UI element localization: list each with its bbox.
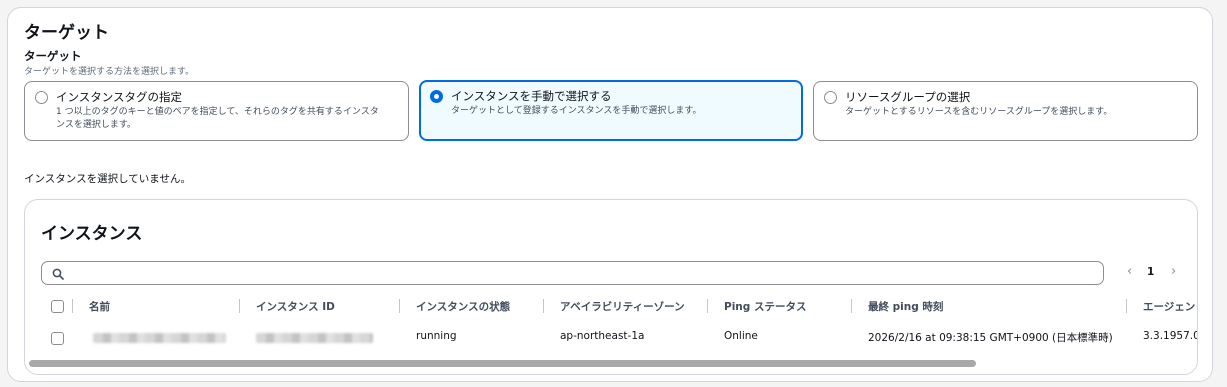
redacted-instance-name [93, 333, 226, 343]
target-option-instance-tags[interactable]: インスタンスタグの指定 1 つ以上のタグのキーと値のペアを指定して、それらのタグ… [24, 81, 409, 141]
option-title: インスタンスを手動で選択する [451, 89, 612, 103]
chevron-left-icon[interactable]: ‹ [1127, 264, 1132, 279]
column-divider[interactable] [399, 299, 400, 313]
column-header-instance-id[interactable]: インスタンス ID [256, 299, 335, 314]
option-description: ターゲットとして登録するインスタンスを手動で選択します。 [451, 106, 702, 116]
chevron-right-icon[interactable]: › [1171, 264, 1176, 279]
table-header: 名前 インスタンス ID インスタンスの状態 アベイラビリティーゾーン Ping… [25, 296, 1197, 318]
instance-state: running [416, 330, 457, 342]
search-icon [52, 268, 64, 280]
section-title: ターゲット [24, 23, 109, 43]
target-field-label: ターゲット [24, 49, 82, 63]
column-divider[interactable] [239, 299, 240, 313]
column-header-name[interactable]: 名前 [89, 299, 110, 314]
selection-status-message: インスタンスを選択していません。 [24, 173, 191, 185]
option-title: インスタンスタグの指定 [56, 90, 183, 104]
table-row[interactable]: running ap-northeast-1a Online 2026/2/16… [25, 326, 1198, 352]
pagination: ‹ 1 › [1121, 264, 1191, 282]
column-header-last-ping[interactable]: 最終 ping 時刻 [868, 299, 943, 314]
column-divider[interactable] [707, 299, 708, 313]
column-divider[interactable] [543, 299, 544, 313]
column-divider [72, 299, 73, 313]
column-header-availability-zone[interactable]: アベイラビリティーゾーン [560, 299, 685, 314]
row-checkbox[interactable] [51, 332, 64, 345]
horizontal-scrollbar[interactable] [29, 360, 976, 367]
select-all-checkbox[interactable] [51, 300, 64, 313]
radio-button[interactable] [35, 91, 48, 104]
target-panel: ターゲット ターゲット ターゲットを選択する方法を選択します。 インスタンスタグ… [7, 7, 1213, 382]
column-header-state[interactable]: インスタンスの状態 [416, 299, 510, 314]
redacted-instance-id [256, 333, 373, 343]
availability-zone: ap-northeast-1a [560, 330, 645, 342]
radio-button-selected[interactable] [430, 90, 443, 103]
option-description: ターゲットとするリソースを含むリソースグループを選択します。 [845, 107, 1113, 117]
last-ping-time: 2026/2/16 at 09:38:15 GMT+0900 (日本標準時) [868, 332, 1113, 344]
page-number[interactable]: 1 [1147, 266, 1154, 278]
instances-title: インスタンス [41, 224, 143, 244]
column-divider[interactable] [1126, 299, 1127, 313]
ping-status: Online [724, 330, 758, 342]
instances-table-card: インスタンス ‹ 1 › 名前 インスタンス ID インスタンスの状態 アベイラ… [24, 199, 1198, 375]
radio-button[interactable] [824, 91, 837, 104]
column-header-ping-status[interactable]: Ping ステータス [724, 299, 806, 314]
agent-version: 3.3.1957.0 [1143, 330, 1198, 342]
target-option-manual-instances[interactable]: インスタンスを手動で選択する ターゲットとして登録するインスタンスを手動で選択し… [419, 80, 803, 141]
column-header-agent-version[interactable]: エージェン [1143, 299, 1195, 314]
column-divider[interactable] [851, 299, 852, 313]
option-title: リソースグループの選択 [845, 90, 971, 104]
search-input[interactable] [41, 261, 1104, 285]
option-description: 1 つ以上のタグのキーと値のペアを指定して、それらのタグを共有するインスタンスを… [56, 107, 379, 130]
target-option-resource-group[interactable]: リソースグループの選択 ターゲットとするリソースを含むリソースグループを選択しま… [813, 81, 1198, 141]
target-field-description: ターゲットを選択する方法を選択します。 [24, 67, 195, 77]
